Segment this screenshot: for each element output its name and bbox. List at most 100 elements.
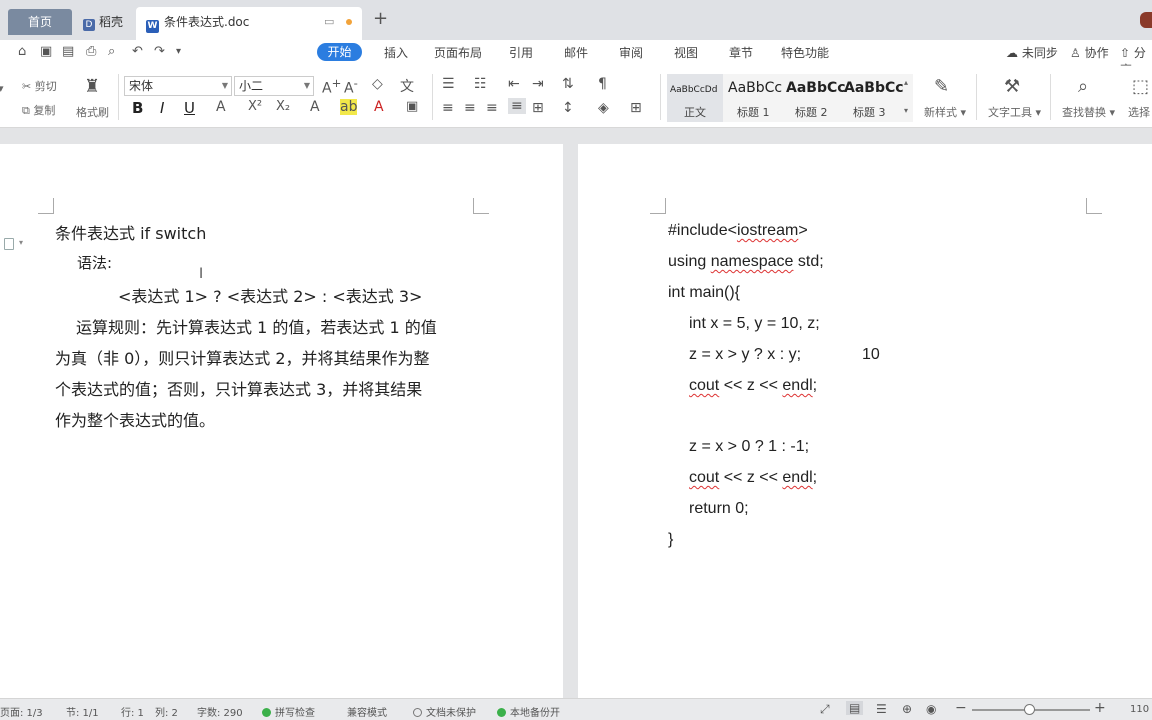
text-tools-button[interactable]: 文字工具 ▾ <box>988 104 1041 120</box>
status-section[interactable]: 节: 1/1 <box>66 704 99 719</box>
menu-tab-review[interactable]: 审阅 <box>619 44 643 61</box>
paragraph-handle-icon[interactable] <box>4 238 14 250</box>
align-right-icon[interactable]: ≡ <box>486 100 498 116</box>
highlight-icon[interactable]: ab <box>340 99 358 115</box>
gallery-more-icon[interactable]: ▾ <box>904 106 908 115</box>
style-normal-label[interactable]: 正文 <box>684 104 706 120</box>
select-button[interactable]: 选择 <box>1128 104 1150 120</box>
spell-check-button[interactable]: 拼写检查 <box>262 704 315 719</box>
char-border-icon[interactable]: ▣ <box>406 99 418 114</box>
web-view-icon[interactable]: ⊕ <box>902 702 912 716</box>
chevron-down-icon[interactable]: ▾ <box>19 238 23 247</box>
wrench-icon[interactable]: ⚒ <box>1004 76 1020 97</box>
text-effect-icon[interactable]: A <box>310 99 320 115</box>
new-style-icon[interactable]: ✎ <box>934 76 949 97</box>
zoom-out-button[interactable]: − <box>955 700 967 716</box>
font-color-icon[interactable]: A <box>374 99 384 115</box>
decrease-indent-icon[interactable]: ⇤ <box>508 76 520 92</box>
customize-dropdown-icon[interactable]: ▾ <box>176 46 181 57</box>
increase-indent-icon[interactable]: ⇥ <box>532 76 544 92</box>
paste-icon[interactable]: ▾ <box>0 82 4 95</box>
show-marks-icon[interactable]: ¶ <box>598 76 607 92</box>
style-h2-preview[interactable]: AaBbCc <box>786 80 846 96</box>
bold-button[interactable]: B <box>132 99 143 117</box>
sync-status[interactable]: ☁ 未同步 <box>1006 44 1058 61</box>
open-folder-icon[interactable]: ⌂ <box>18 44 26 59</box>
print-icon[interactable]: ⎙ <box>86 44 96 59</box>
bullet-list-icon[interactable]: ☰ <box>442 76 455 92</box>
menu-tab-view[interactable]: 视图 <box>674 44 698 61</box>
search-icon[interactable]: ⌕ <box>1078 76 1088 97</box>
shading-icon[interactable]: ◈ <box>598 100 609 116</box>
collaborate-button[interactable]: ♙ 协作 <box>1070 44 1109 61</box>
align-center-icon[interactable]: ≡ <box>464 100 476 116</box>
page-left[interactable]: ▾ 条件表达式 if switch 语法: <表达式 1> ? <表达式 2> … <box>0 144 563 704</box>
new-style-button[interactable]: 新样式 ▾ <box>924 104 966 120</box>
numbered-list-icon[interactable]: ☷ <box>474 76 487 92</box>
style-normal-preview[interactable]: AaBbCcDd <box>670 85 717 95</box>
menu-tab-references[interactable]: 引用 <box>509 44 533 61</box>
tab-daoke[interactable]: D 稻壳 <box>75 9 135 35</box>
gallery-scroll-up-icon[interactable]: ▴ <box>904 78 908 87</box>
new-tab-button[interactable]: + <box>373 8 388 29</box>
align-left-icon[interactable]: ≡ <box>442 100 454 116</box>
underline-button[interactable]: U <box>184 99 195 117</box>
grow-font-icon[interactable]: A+ <box>322 76 341 97</box>
sort-icon[interactable]: ⇅ <box>562 76 574 92</box>
pinyin-icon[interactable]: 文 <box>400 76 414 96</box>
font-size-select[interactable]: 小二 ▼ <box>234 76 314 96</box>
style-h1-preview[interactable]: AaBbCc <box>728 80 782 96</box>
menu-tab-section[interactable]: 章节 <box>729 44 753 61</box>
distribute-icon[interactable]: ⊞ <box>532 100 544 116</box>
print-preview-icon[interactable]: ⌕ <box>108 44 115 59</box>
copy-button[interactable]: ⧉ 复制 <box>22 102 55 118</box>
outline-view-icon[interactable]: ☰ <box>876 702 887 716</box>
strikethrough-icon[interactable]: A <box>216 99 226 115</box>
page-view-icon[interactable]: ▤ <box>846 701 864 715</box>
shrink-font-icon[interactable]: A- <box>344 76 358 97</box>
menu-tab-mail[interactable]: 邮件 <box>564 44 588 61</box>
compat-mode[interactable]: 兼容模式 <box>347 704 387 719</box>
status-word-count[interactable]: 字数: 290 <box>197 704 243 719</box>
status-col[interactable]: 列: 2 <box>155 704 178 719</box>
zoom-slider-handle[interactable] <box>1024 704 1035 715</box>
tab-home[interactable]: 首页 <box>8 9 72 35</box>
backup-status[interactable]: 本地备份开 <box>497 704 560 719</box>
redo-icon[interactable]: ↷ <box>154 44 165 59</box>
avatar[interactable] <box>1140 12 1152 28</box>
style-h2-label[interactable]: 标题 2 <box>795 104 828 120</box>
borders-icon[interactable]: ⊞ <box>630 100 642 116</box>
zoom-level[interactable]: 110 <box>1130 704 1149 715</box>
menu-tab-layout[interactable]: 页面布局 <box>434 44 482 61</box>
zoom-in-button[interactable]: + <box>1094 700 1106 716</box>
menu-tab-start[interactable]: 开始 <box>317 43 362 61</box>
menu-tab-features[interactable]: 特色功能 <box>781 44 829 61</box>
format-painter-label[interactable]: 格式刷 <box>76 104 109 120</box>
export-pdf-icon[interactable]: ▤ <box>62 44 74 59</box>
find-replace-button[interactable]: 查找替换 ▾ <box>1062 104 1115 120</box>
page-right[interactable]: #include<iostream> using namespace std; … <box>578 144 1152 704</box>
font-name-select[interactable]: 宋体 ▼ <box>124 76 232 96</box>
status-row[interactable]: 行: 1 <box>121 704 144 719</box>
status-page[interactable]: 页面: 1/3 <box>0 704 43 719</box>
fullscreen-icon[interactable]: ⤢ <box>820 702 830 717</box>
eye-icon[interactable]: ◉ <box>926 702 936 716</box>
cut-button[interactable]: ✂ 剪切 <box>22 78 57 94</box>
italic-button[interactable]: I <box>160 99 164 117</box>
menu-tab-insert[interactable]: 插入 <box>384 44 408 61</box>
justify-icon[interactable]: ≡ <box>508 98 526 114</box>
subscript-icon[interactable]: X₂ <box>276 99 290 114</box>
format-painter-icon[interactable]: ♜ <box>84 76 100 97</box>
undo-icon[interactable]: ↶ <box>132 44 143 59</box>
save-icon[interactable]: ▣ <box>40 44 52 59</box>
clear-format-icon[interactable]: ◇ <box>372 76 383 92</box>
style-h1-label[interactable]: 标题 1 <box>737 104 770 120</box>
select-icon[interactable]: ⬚ <box>1132 76 1149 97</box>
style-h3-preview[interactable]: AaBbCc <box>844 80 904 96</box>
superscript-icon[interactable]: X² <box>248 99 262 114</box>
style-h3-label[interactable]: 标题 3 <box>853 104 886 120</box>
tab-document[interactable]: W 条件表达式.doc ▭ <box>136 7 362 40</box>
protection-status[interactable]: 文档未保护 <box>413 704 476 719</box>
monitor-icon[interactable]: ▭ <box>324 7 334 37</box>
line-spacing-icon[interactable]: ↕ <box>562 100 574 116</box>
